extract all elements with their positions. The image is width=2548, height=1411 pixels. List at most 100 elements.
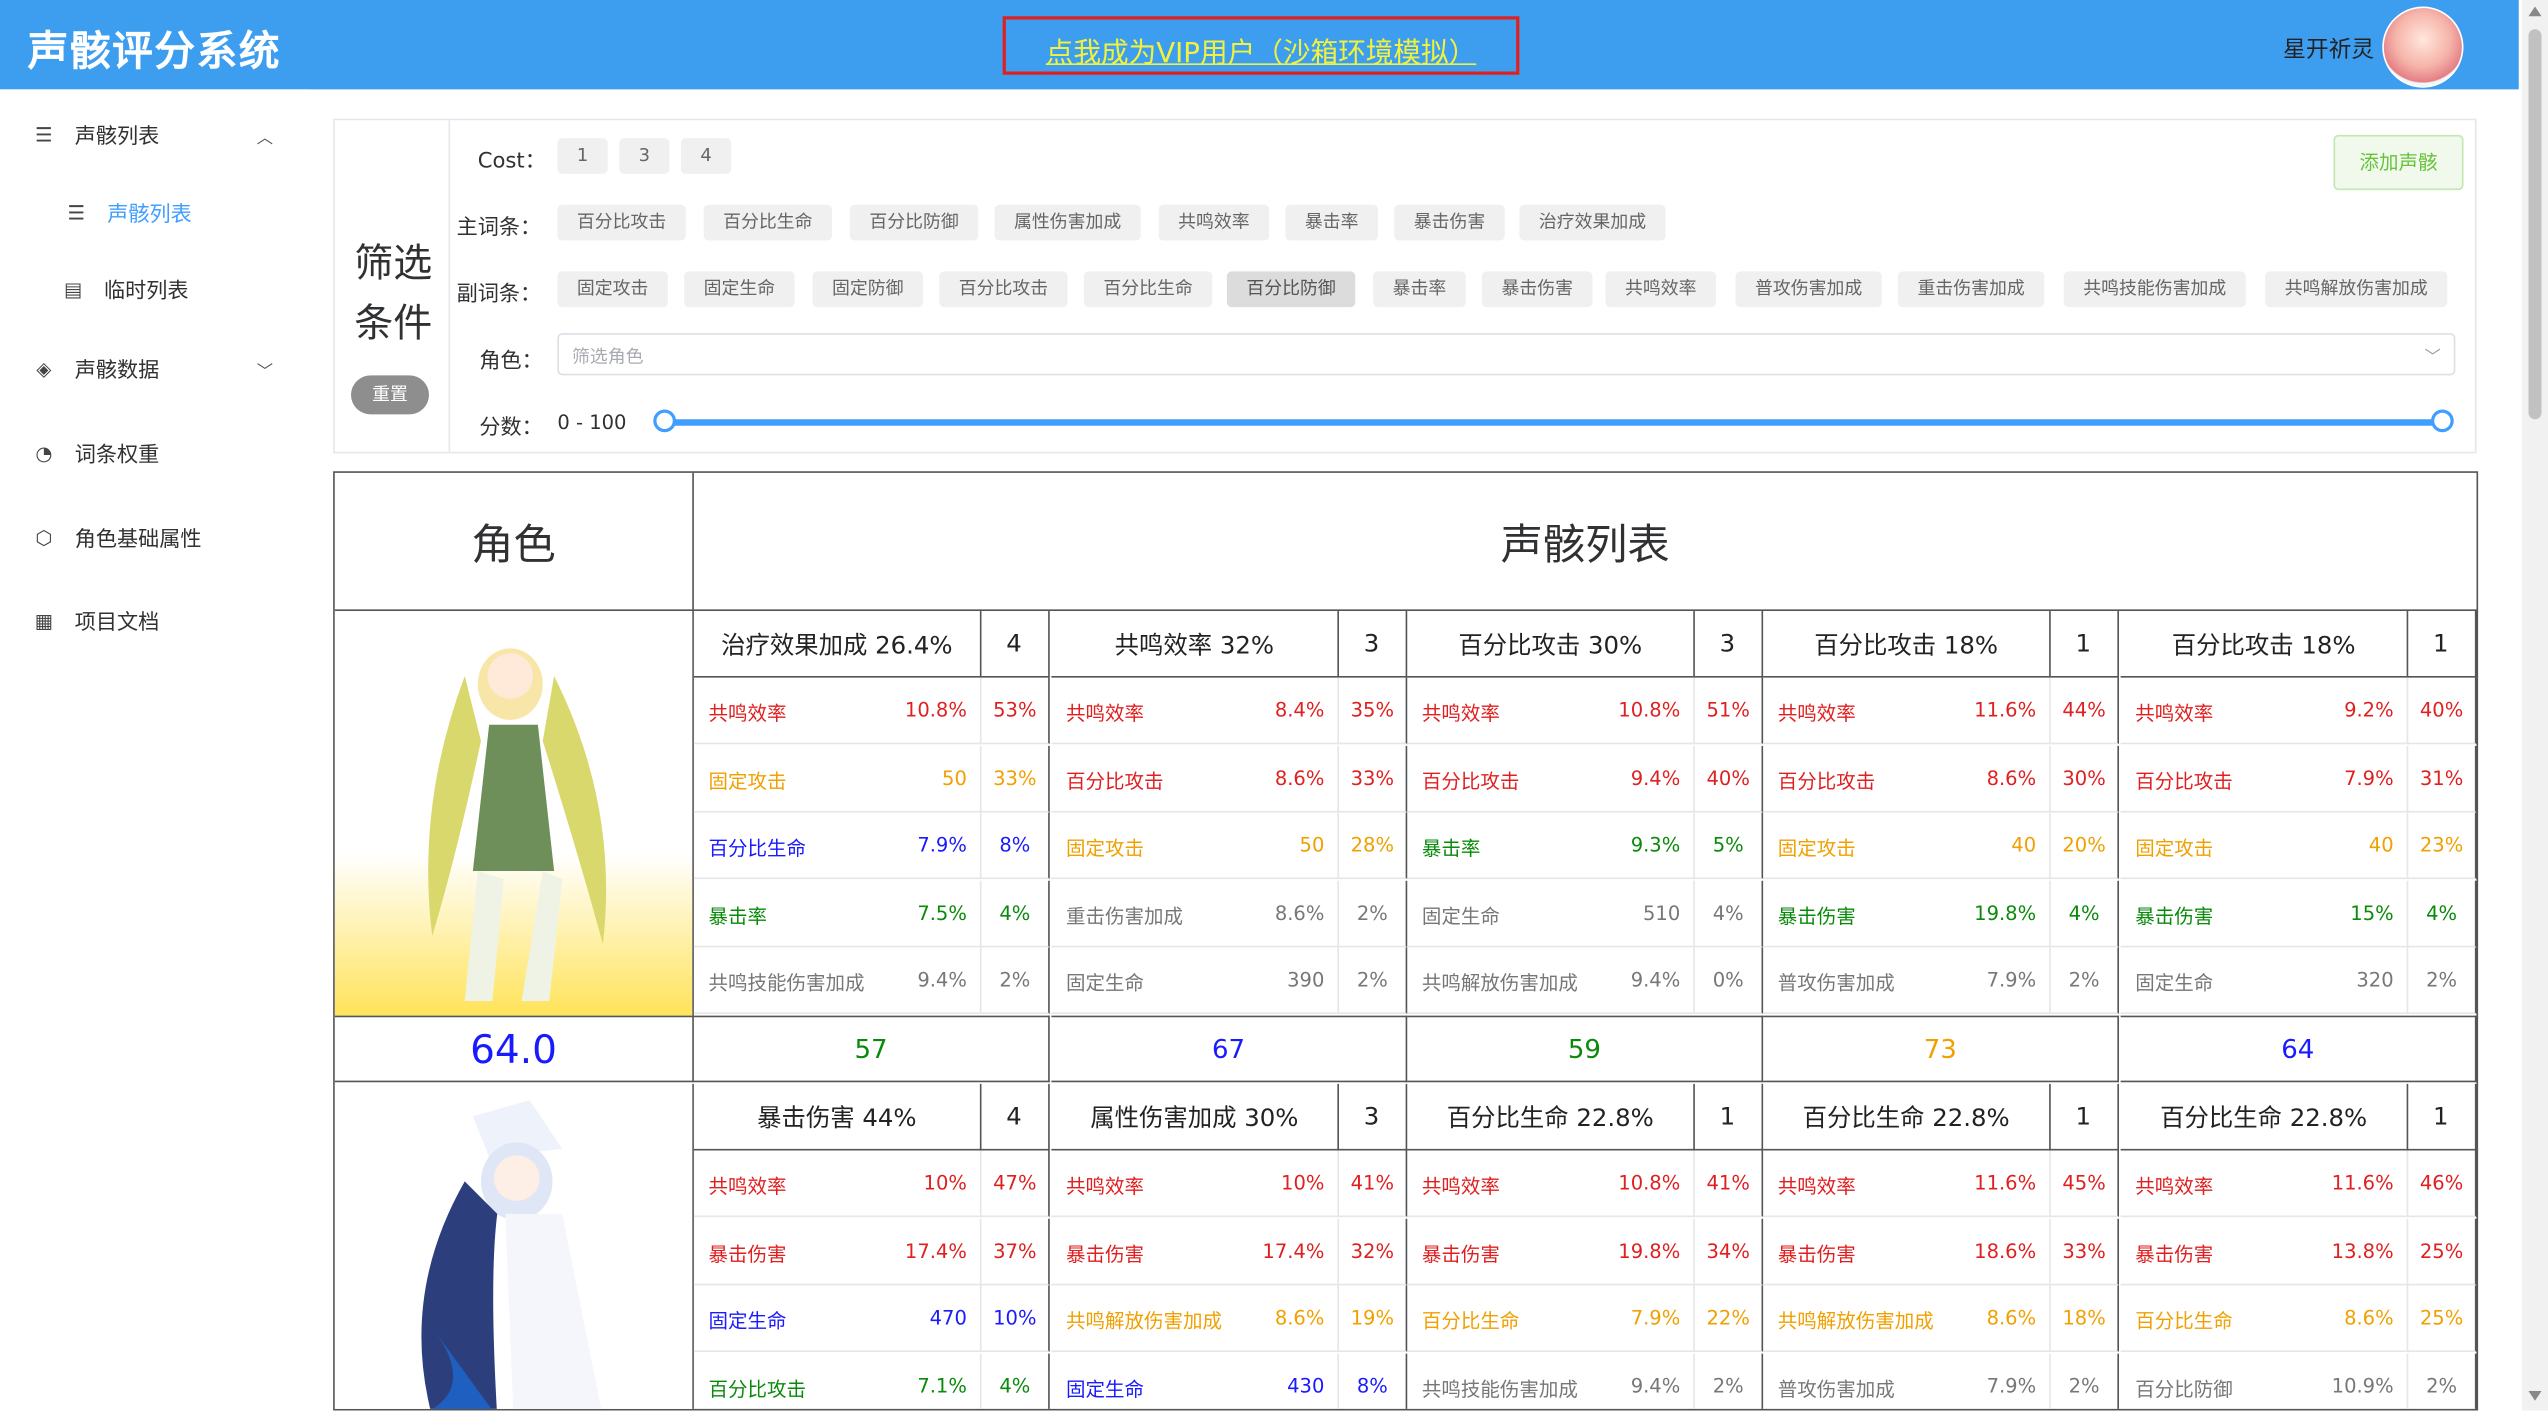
sub-stat-value: 15%: [2350, 901, 2394, 924]
scroll-down-arrow-icon[interactable]: [2528, 1391, 2542, 1401]
sub-stat-row: 暴击伤害 19.8%: [1763, 880, 2050, 947]
sub-stat-chip[interactable]: 普攻伤害加成: [1735, 271, 1882, 308]
sub-stat-weight: 33%: [979, 745, 1050, 812]
sub-stat-name: 固定生命: [2135, 971, 2214, 995]
sub-stat-row: 共鸣效率 10.8%: [693, 678, 980, 745]
vip-link[interactable]: 点我成为VIP用户（沙箱环境模拟）: [1006, 29, 1516, 70]
echo-score: 73: [1763, 1015, 2119, 1083]
sub-stat-weight: 2%: [1693, 1352, 1764, 1409]
main-stat-chip[interactable]: 百分比防御: [849, 204, 979, 241]
sidebar-item-label: 声骸列表: [107, 203, 192, 228]
sub-stat-chip[interactable]: 固定防御: [812, 271, 923, 308]
sub-stat-name: 暴击伤害: [2135, 1242, 2214, 1266]
sidebar-item-weights[interactable]: ◔ 词条权重: [33, 437, 159, 468]
sub-stat-chip[interactable]: 固定生命: [684, 271, 795, 308]
sub-stat-chip[interactable]: 固定攻击: [557, 271, 668, 308]
sub-stat-value: 19.8%: [1618, 1239, 1681, 1262]
add-echo-button[interactable]: 添加声骸: [2333, 134, 2464, 191]
echo-main-stat: 治疗效果加成 26.4%: [693, 611, 982, 678]
sub-stat-weight: 2%: [2049, 1352, 2119, 1409]
chevron-down-icon[interactable]: ﹀: [257, 358, 273, 382]
sub-stat-row: 重击伤害加成 8.6%: [1051, 880, 1338, 947]
echo-score: 64: [2120, 1015, 2477, 1083]
cost-chip[interactable]: 4: [680, 138, 732, 174]
list-icon: ☰: [67, 200, 86, 224]
chevron-down-icon: ﹀: [2424, 349, 2441, 368]
sub-stat-name: 共鸣效率: [1777, 702, 1856, 725]
role-column-header: 角色: [334, 472, 694, 611]
sidebar-item-label: 项目文档: [74, 611, 160, 636]
score-slider-track[interactable]: [667, 419, 2444, 426]
main-stat-chip[interactable]: 百分比攻击: [557, 204, 686, 241]
sub-stat-name: 百分比攻击: [708, 1377, 807, 1400]
scroll-thumb[interactable]: [2528, 29, 2542, 420]
echo-cost: 1: [1693, 1083, 1764, 1151]
main-stat-chip[interactable]: 共鸣效率: [1158, 204, 1270, 241]
main-stat-chip[interactable]: 属性伤害加成: [994, 204, 1141, 241]
sub-stat-value: 17.4%: [1262, 1239, 1325, 1262]
sub-stat-weight: 4%: [979, 1352, 1050, 1409]
sub-stat-name: 固定攻击: [1066, 836, 1145, 860]
sub-stat-weight: 44%: [2049, 677, 2119, 745]
sidebar-item-echo-list-group[interactable]: ☰ 声骸列表: [33, 119, 159, 150]
sub-stat-name: 共鸣效率: [1066, 1174, 1145, 1198]
sidebar-item-label: 声骸数据: [74, 359, 160, 384]
sub-stat-chip[interactable]: 百分比生命: [1083, 271, 1213, 308]
sub-stat-chip[interactable]: 重击伤害加成: [1898, 271, 2045, 308]
cost-chip[interactable]: 1: [557, 138, 608, 174]
sub-stat-weight: 2%: [2049, 947, 2119, 1014]
sub-stat-chip[interactable]: 暴击率: [1373, 271, 1466, 308]
sub-stat-name: 固定生命: [1421, 904, 1500, 928]
role-select[interactable]: 筛选角色 ﹀: [557, 333, 2456, 376]
sub-stat-name: 暴击伤害: [1777, 1242, 1856, 1266]
main-stat-chip[interactable]: 百分比生命: [703, 204, 832, 241]
doc-icon: ▦: [34, 608, 54, 632]
sub-stat-row: 百分比攻击 7.9%: [2120, 745, 2407, 812]
sub-stat-name: 共鸣技能伤害加成: [708, 971, 865, 995]
score-slider-min-handle[interactable]: [653, 409, 676, 433]
sub-stat-chip[interactable]: 百分比防御: [1226, 271, 1356, 308]
sidebar-item-docs[interactable]: ▦ 项目文档: [33, 605, 160, 636]
sub-stat-chip[interactable]: 共鸣技能伤害加成: [2063, 271, 2246, 308]
main-stat-chip[interactable]: 暴击伤害: [1394, 204, 1505, 241]
sub-stat-value: 50: [1299, 833, 1325, 857]
reset-button[interactable]: 重置: [351, 375, 429, 415]
page-scrollbar[interactable]: [2522, 0, 2548, 1411]
sub-stat-chip[interactable]: 共鸣解放伤害加成: [2265, 271, 2448, 308]
scroll-up-arrow-icon[interactable]: [2528, 6, 2542, 17]
sub-stat-weight: 32%: [1337, 1217, 1408, 1285]
sub-stat-name: 重击伤害加成: [1066, 904, 1184, 928]
sub-stat-weight: 22%: [1693, 1285, 1764, 1352]
sub-stat-row: 百分比攻击 7.1%: [694, 1353, 980, 1409]
sidebar-item-temp-list[interactable]: ▤ 临时列表: [62, 273, 189, 304]
layers-icon: ◈: [36, 356, 52, 380]
sub-stat-name: 暴击率: [1421, 836, 1481, 860]
sub-stat-chip[interactable]: 百分比攻击: [939, 271, 1068, 308]
avatar[interactable]: [2382, 6, 2464, 88]
main-stat-chip[interactable]: 治疗效果加成: [1519, 204, 1666, 241]
score-slider-max-handle[interactable]: [2431, 409, 2454, 433]
sub-stat-chip[interactable]: 暴击伤害: [1482, 271, 1593, 308]
sub-stat-weight: 4%: [2049, 879, 2119, 947]
sub-stat-chip[interactable]: 共鸣效率: [1605, 271, 1716, 308]
character-portrait: [334, 1083, 694, 1409]
sub-stat-row: 共鸣技能伤害加成 9.4%: [693, 947, 980, 1014]
sub-stat-name: 共鸣解放伤害加成: [1777, 1309, 1934, 1333]
top-header: 声骸评分系统 点我成为VIP用户（沙箱环境模拟） 星开祈灵: [0, 0, 2519, 90]
echo-list-column-header: 声骸列表: [693, 473, 2477, 611]
echo-main-stat: 百分比攻击 18%: [2120, 611, 2409, 678]
sidebar-item-echo-list[interactable]: ☰ 声骸列表: [65, 197, 192, 228]
sub-stat-weight: 10%: [979, 1285, 1050, 1352]
sidebar-item-base-attributes[interactable]: ⬡ 角色基础属性: [33, 522, 201, 553]
cost-chip[interactable]: 3: [619, 138, 670, 174]
sub-stat-value: 7.9%: [917, 833, 967, 857]
sub-stat-value: 50: [942, 766, 967, 789]
chevron-up-icon[interactable]: ︿: [257, 124, 273, 148]
main-stat-chip[interactable]: 暴击率: [1285, 204, 1378, 241]
echo-cost: 1: [2049, 611, 2119, 678]
echo-cost: 4: [979, 611, 1050, 678]
sub-stat-row: 共鸣效率 11.6%: [2120, 1151, 2407, 1218]
score-label: 分数：: [479, 416, 543, 441]
sub-stat-row: 百分比攻击 9.4%: [1407, 745, 1694, 812]
sidebar-item-echo-data[interactable]: ◈ 声骸数据: [33, 353, 160, 384]
